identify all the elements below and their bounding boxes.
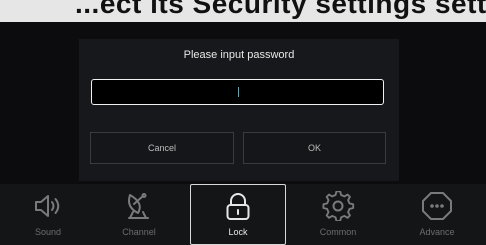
settings-screen: Please input password Cancel OK Sound Ch…: [0, 22, 486, 245]
nav-label-sound: Sound: [34, 227, 62, 237]
gear-icon: [322, 191, 355, 221]
nav-label-lock: Lock: [228, 227, 248, 237]
nav-label-advance: Advance: [419, 227, 455, 237]
nav-label-common: Common: [319, 227, 357, 237]
ok-button[interactable]: OK: [243, 132, 386, 164]
nav-item-lock[interactable]: Lock: [190, 184, 286, 245]
nav-item-channel[interactable]: Channel: [91, 184, 187, 245]
banner-text: ...ect its Security settings settings: [75, 0, 486, 19]
nav-item-advance[interactable]: Advance: [389, 184, 485, 245]
nav-label-channel: Channel: [122, 227, 156, 237]
dialog-title: Please input password: [183, 49, 295, 61]
top-banner: ...ect its Security settings settings: [0, 0, 486, 22]
padlock-icon: [226, 193, 250, 220]
password-input[interactable]: [91, 79, 384, 105]
satellite-dish-icon: [128, 193, 149, 219]
cancel-button[interactable]: Cancel: [90, 132, 234, 164]
nav-item-sound[interactable]: Sound: [0, 184, 96, 245]
speaker-icon: [35, 195, 60, 217]
password-dialog: Please input password Cancel OK: [79, 39, 399, 181]
text-caret: [238, 87, 239, 97]
nav-item-common[interactable]: Common: [290, 184, 386, 245]
more-options-icon: [422, 192, 452, 220]
settings-nav-bar: Sound Channel Lock Common Advance: [0, 184, 486, 245]
